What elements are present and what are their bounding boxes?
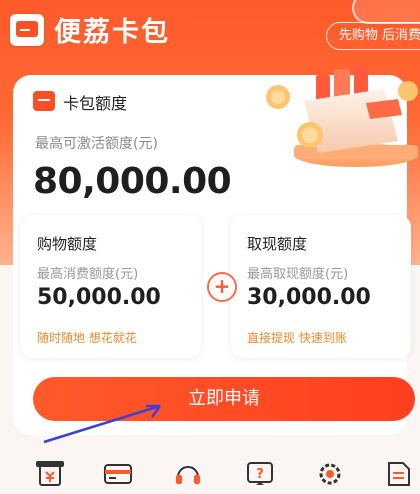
settings-icon[interactable] [316,461,344,487]
card-title: 卡包额度 [63,94,128,113]
card-icon[interactable] [104,461,132,487]
headset-icon[interactable] [174,461,202,487]
wallet-logo-icon [10,13,44,46]
app-name: 便荔卡包 [54,17,170,48]
plus-icon: + [207,272,237,302]
shopping-limit-label: 最高消费额度(元) [37,267,139,282]
shopping-limit-card[interactable]: 购物额度 最高消费额度(元) 50,000.00 随时随地 想花就花 [21,215,201,358]
shopping-limit-tag: 随时随地 想花就花 [37,331,137,345]
capsule-menu[interactable] [352,0,420,24]
cash-limit-tag: 直接提现 快速到账 [247,331,347,345]
wallet-illustration-icon [266,65,418,167]
shopping-limit-value: 50,000.00 [37,285,161,310]
cash-limit-title: 取现额度 [247,235,308,253]
app-logo: 便荔卡包 [10,10,170,49]
arrow-pointer-icon [43,404,162,444]
document-icon[interactable] [384,461,412,487]
svg-text:?: ? [256,467,264,482]
shopping-limit-title: 购物额度 [37,235,98,253]
cash-limit-value: 30,000.00 [247,285,371,310]
cash-limit-label: 最高取现额度(元) [247,267,349,282]
wallet-icon [33,91,55,111]
total-limit-label: 最高可激活额度(元) [35,136,158,152]
receipt-icon[interactable] [36,461,64,487]
cash-limit-card[interactable]: 取现额度 最高取现额度(元) 30,000.00 直接提现 快速到账 [231,215,411,358]
bottom-tab-bar: ? [0,455,420,494]
help-icon[interactable]: ? [246,461,274,487]
total-limit-value: 80,000.00 [33,161,232,202]
